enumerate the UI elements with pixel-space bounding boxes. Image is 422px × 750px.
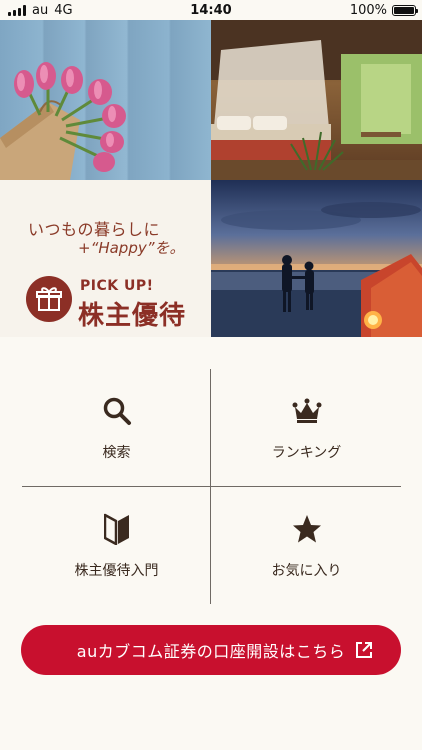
menu-item-search[interactable]: 検索 [22, 369, 211, 486]
promo-pickup-label: PICK UP! [80, 278, 154, 294]
resort-room-illustration [211, 20, 422, 180]
open-account-label: auカブコム証券の口座開設はこちら [76, 642, 346, 661]
hero-image-tulips [0, 20, 211, 180]
battery-percent: 100% [349, 2, 387, 18]
menu-item-shareholder-guide[interactable]: 株主優待入門 [22, 487, 211, 604]
search-icon [100, 394, 134, 428]
menu-item-label: 検索 [102, 444, 131, 461]
menu-item-label: 株主優待入門 [74, 562, 159, 579]
external-link-icon [356, 642, 372, 658]
status-left: au 4G [8, 3, 73, 18]
beginner-mark-icon [100, 512, 134, 546]
carrier-label: au [32, 2, 49, 18]
hero-image-sunset-camp [211, 180, 422, 337]
promo-title: 株主優待 [78, 301, 187, 331]
promo-tagline-happy: +“Happy”を。 [78, 239, 185, 257]
hero-grid: いつもの暮らしに +“Happy”を。 PICK UP! 株主優待 [0, 20, 422, 337]
status-bar: au 4G 14:40 100% [0, 0, 422, 20]
crown-icon [290, 394, 324, 428]
menu-item-label: お気に入り [271, 562, 342, 579]
signal-icon [8, 4, 26, 16]
status-right: 100% [349, 2, 418, 18]
battery-icon [392, 4, 418, 16]
tulips-illustration [0, 62, 126, 180]
open-account-button[interactable]: auカブコム証券の口座開設はこちら [21, 625, 401, 675]
menu-item-ranking[interactable]: ランキング [212, 369, 401, 486]
menu-item-favorites[interactable]: お気に入り [212, 487, 401, 604]
star-icon [290, 512, 324, 546]
gift-icon [26, 276, 72, 322]
menu-item-label: ランキング [271, 444, 342, 461]
hero-image-resort-room [211, 20, 422, 180]
promo-banner[interactable]: いつもの暮らしに +“Happy”を。 PICK UP! 株主優待 [0, 180, 211, 337]
menu-grid: 検索 ランキング 株主優待入門 お気に入り [22, 369, 401, 604]
network-label: 4G [54, 2, 73, 18]
sunset-camp-illustration [211, 202, 422, 337]
